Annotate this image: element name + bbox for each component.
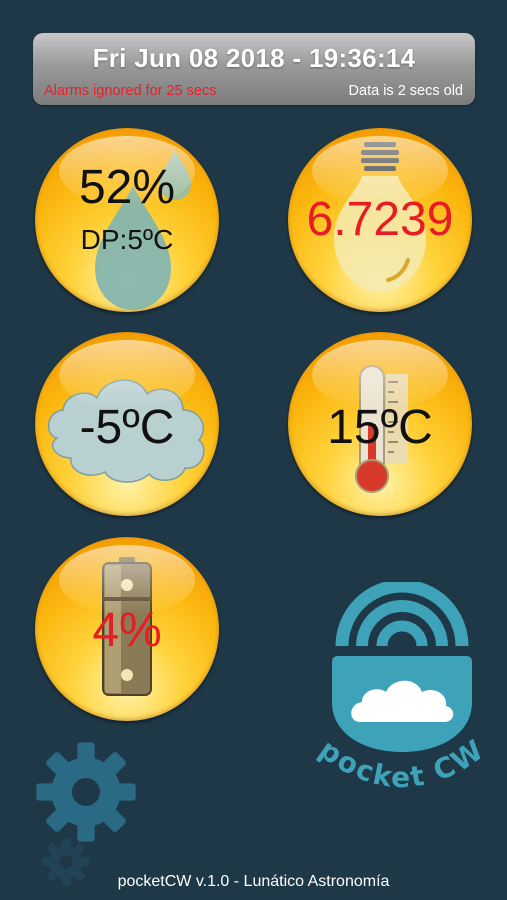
light-gauge[interactable]: 6.7239 bbox=[288, 128, 472, 312]
pocketcw-logo: pocket CW bbox=[313, 582, 489, 794]
status-header: Fri Jun 08 2018 - 19:36:14 Alarms ignore… bbox=[33, 33, 475, 105]
version-footer: pocketCW v.1.0 - Lunático Astronomía bbox=[117, 873, 390, 890]
humidity-gauge[interactable]: 52% DP:5ºC bbox=[35, 128, 219, 312]
humidity-value: 52% bbox=[78, 161, 176, 214]
datetime-label: Fri Jun 08 2018 - 19:36:14 bbox=[92, 43, 416, 73]
battery-value: 4% bbox=[92, 604, 162, 657]
light-value: 6.7239 bbox=[306, 193, 454, 246]
ambient-temp-value: 15ºC bbox=[327, 401, 433, 454]
wifi-signal-icon bbox=[335, 582, 469, 647]
sky-temp-gauge[interactable]: -5ºC bbox=[35, 332, 219, 516]
dew-point-value: DP:5ºC bbox=[80, 224, 174, 255]
data-age-label: Data is 2 secs old bbox=[348, 83, 463, 99]
settings-gear-icon[interactable] bbox=[32, 738, 140, 846]
ambient-temp-gauge[interactable]: 15ºC bbox=[288, 332, 472, 516]
water-drop-icon bbox=[95, 150, 191, 310]
sky-temp-value: -5ºC bbox=[79, 401, 175, 454]
battery-gauge[interactable]: 4% bbox=[35, 537, 219, 721]
alarm-status-label: Alarms ignored for 25 secs bbox=[44, 83, 217, 99]
